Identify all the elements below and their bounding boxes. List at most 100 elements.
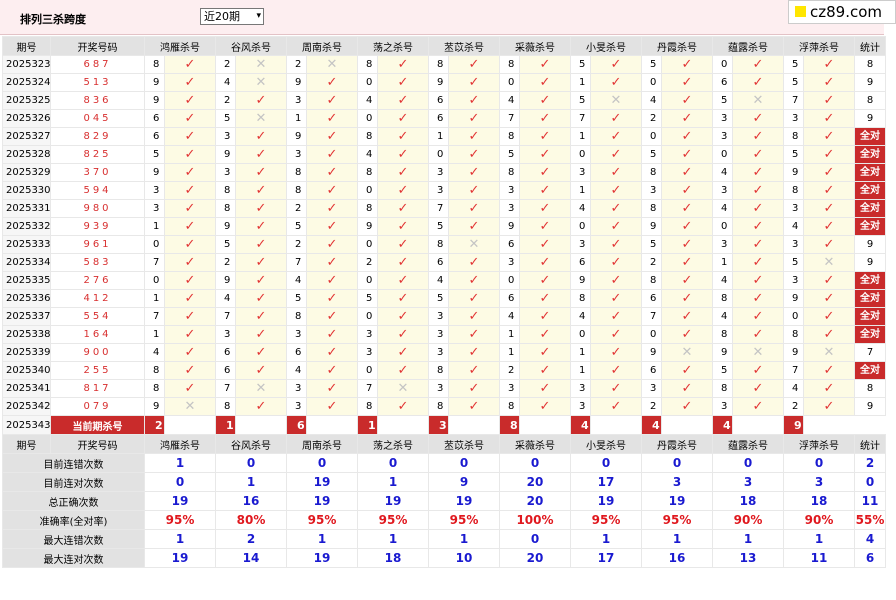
check-icon: ✓ [164, 145, 216, 164]
check-icon: ✓ [519, 397, 571, 416]
summary-label: 目前连对次数 [2, 472, 145, 492]
kill-number: 2 [286, 199, 307, 218]
summary-value: 20 [499, 472, 571, 492]
col-header-danxia: 丹霞杀号 [641, 434, 713, 454]
kill-number: 1 [712, 253, 733, 272]
summary-value: 95% [641, 510, 713, 530]
kill-number: 4 [499, 307, 520, 326]
check-icon: ✓ [306, 253, 358, 272]
draw-numbers: 939 [50, 217, 145, 236]
summary-value: 19 [286, 491, 358, 511]
kill-number: 7 [144, 307, 165, 326]
kill-number: 5 [712, 91, 733, 110]
kill-number: 3 [783, 235, 804, 254]
kill-number: 0 [357, 109, 378, 128]
issue-cell: 2025325 [2, 91, 51, 110]
cross-icon: ✕ [235, 73, 287, 92]
site-logo[interactable]: cz89.com [788, 0, 896, 24]
check-icon: ✓ [519, 361, 571, 380]
kill-number: 8 [641, 199, 662, 218]
kill-number: 2 [215, 253, 236, 272]
summary-stat: 6 [854, 548, 886, 568]
check-icon: ✓ [235, 397, 287, 416]
summary-value: 17 [570, 472, 642, 492]
all-right-badge: 全对 [855, 164, 885, 181]
check-icon: ✓ [732, 325, 784, 344]
col-issue-header: 期号 [2, 434, 51, 454]
kill-number: 4 [712, 163, 733, 182]
summary-value: 100% [499, 510, 571, 530]
summary-row: 目前连对次数 0 1 19 1 9 20 17 3 3 3 0 [2, 472, 886, 492]
kill-number: 9 [144, 163, 165, 182]
check-icon: ✓ [803, 55, 855, 74]
kill-number: 5 [286, 289, 307, 308]
kill-number: 3 [144, 199, 165, 218]
kill-number: 5 [144, 145, 165, 164]
check-icon: ✓ [590, 217, 642, 236]
kill-number: 3 [783, 271, 804, 290]
issue-cell: 2025332 [2, 217, 51, 236]
col-header-xiaomin: 小旻杀号 [570, 36, 642, 56]
check-icon: ✓ [306, 127, 358, 146]
cross-icon: ✕ [590, 91, 642, 110]
summary-value: 1 [357, 472, 429, 492]
kill-number: 0 [357, 181, 378, 200]
all-right-badge: 全对 [855, 218, 885, 235]
kill-number: 3 [499, 379, 520, 398]
summary-value: 10 [428, 548, 500, 568]
check-icon: ✓ [377, 55, 429, 74]
check-icon: ✓ [661, 271, 713, 290]
cell-spacer [306, 415, 358, 435]
summary-value: 80% [215, 510, 287, 530]
table-row: 2025336 412 1 ✓ 4 ✓ 5 ✓ 5 ✓ 5 ✓ 6 ✓ 8 ✓ 6 ✓ 8 ✓ 9 ✓ 全对 [2, 289, 886, 308]
kill-number: 4 [357, 145, 378, 164]
check-icon: ✓ [377, 199, 429, 218]
check-icon: ✓ [448, 289, 500, 308]
check-icon: ✓ [448, 343, 500, 362]
kill-number: 0 [783, 307, 804, 326]
kill-number: 3 [286, 325, 307, 344]
summary-value: 1 [357, 529, 429, 549]
kill-number: 1 [499, 325, 520, 344]
check-icon: ✓ [164, 361, 216, 380]
check-icon: ✓ [235, 325, 287, 344]
issue-cell: 2025342 [2, 397, 51, 416]
period-select[interactable]: 近20期 ▾ [200, 8, 264, 25]
summary-value: 3 [712, 472, 784, 492]
issue-cell: 2025324 [2, 73, 51, 92]
kill-number-table: 期号 开奖号码 鸿雁杀号 谷风杀号 周南杀号 荡之杀号 苤苡杀号 采薇杀号 小旻杀号 丹霞杀号… [2, 36, 886, 568]
check-icon: ✓ [590, 307, 642, 326]
issue-cell: 2025336 [2, 289, 51, 308]
kill-number: 5 [428, 217, 449, 236]
current-kill-number: 3 [428, 415, 449, 435]
summary-value: 19 [144, 548, 216, 568]
period-select-value: 近20期 [204, 10, 240, 23]
check-icon: ✓ [590, 289, 642, 308]
issue-cell: 2025327 [2, 127, 51, 146]
kill-number: 6 [286, 343, 307, 362]
kill-number: 9 [286, 73, 307, 92]
kill-number: 4 [428, 271, 449, 290]
kill-number: 2 [215, 91, 236, 110]
kill-number: 3 [783, 199, 804, 218]
kill-number: 3 [499, 181, 520, 200]
summary-value: 3 [783, 472, 855, 492]
kill-number: 5 [215, 109, 236, 128]
kill-number: 7 [641, 307, 662, 326]
cell-spacer [448, 415, 500, 435]
check-icon: ✓ [732, 181, 784, 200]
summary-value: 0 [499, 529, 571, 549]
kill-number: 9 [286, 127, 307, 146]
check-icon: ✓ [803, 271, 855, 290]
summary-value: 19 [641, 491, 713, 511]
cell-spacer [164, 415, 216, 435]
check-icon: ✓ [235, 289, 287, 308]
kill-number: 8 [215, 397, 236, 416]
check-icon: ✓ [803, 361, 855, 380]
kill-number: 2 [641, 109, 662, 128]
check-icon: ✓ [803, 397, 855, 416]
check-icon: ✓ [377, 109, 429, 128]
cross-icon: ✕ [306, 55, 358, 74]
check-icon: ✓ [377, 343, 429, 362]
col-header-zhounan: 周南杀号 [286, 434, 358, 454]
